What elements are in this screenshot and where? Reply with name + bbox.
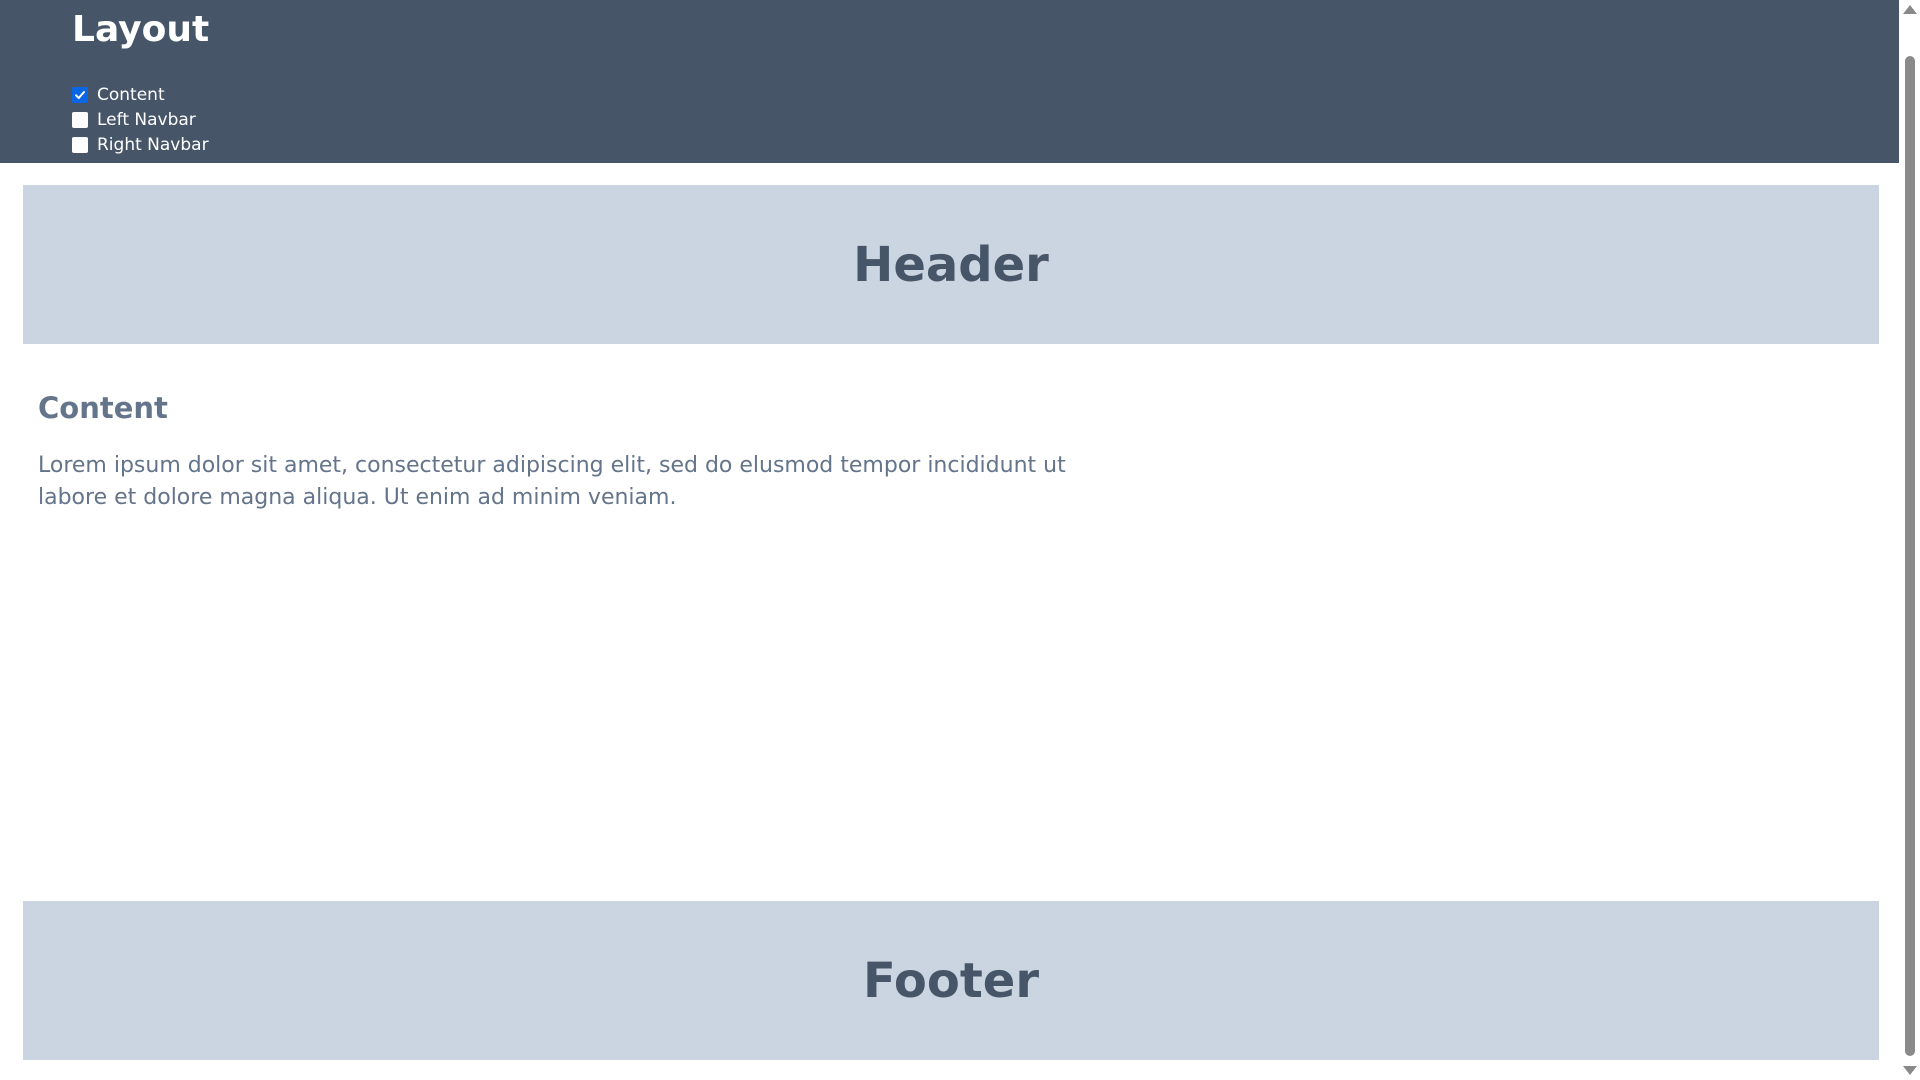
vertical-scrollbar[interactable] xyxy=(1899,0,1920,1080)
right-navbar-checkbox[interactable] xyxy=(72,136,88,153)
option-label-content: Content xyxy=(97,84,165,105)
page: Layout Content Left Navbar Right Navbar … xyxy=(0,0,1920,1080)
header-title: Header xyxy=(853,236,1049,293)
footer-title: Footer xyxy=(863,952,1039,1009)
option-label-right-navbar: Right Navbar xyxy=(97,134,209,155)
checkmark-icon xyxy=(75,90,85,99)
option-label-left-navbar: Left Navbar xyxy=(97,109,196,130)
scroll-up-arrow-icon[interactable] xyxy=(1903,5,1917,14)
scrollbar-thumb[interactable] xyxy=(1905,56,1915,1056)
layout-options: Content Left Navbar Right Navbar xyxy=(72,82,1899,157)
option-left-navbar[interactable]: Left Navbar xyxy=(72,107,1899,132)
content-body: Lorem ipsum dolor sit amet, consectetur … xyxy=(38,453,1066,510)
layout-control-panel: Layout Content Left Navbar Right Navbar xyxy=(0,0,1899,163)
layout-footer: Footer xyxy=(23,901,1879,1060)
option-content[interactable]: Content xyxy=(72,82,1899,107)
scroll-down-arrow-icon[interactable] xyxy=(1903,1066,1917,1075)
layout-title: Layout xyxy=(72,9,210,50)
left-navbar-checkbox[interactable] xyxy=(72,111,88,128)
content-checkbox[interactable] xyxy=(72,86,88,103)
content-title: Content xyxy=(38,391,168,425)
layout-header: Header xyxy=(23,185,1879,344)
option-right-navbar[interactable]: Right Navbar xyxy=(72,132,1899,157)
layout-content: Content Lorem ipsum dolor sit amet, cons… xyxy=(38,388,1118,514)
